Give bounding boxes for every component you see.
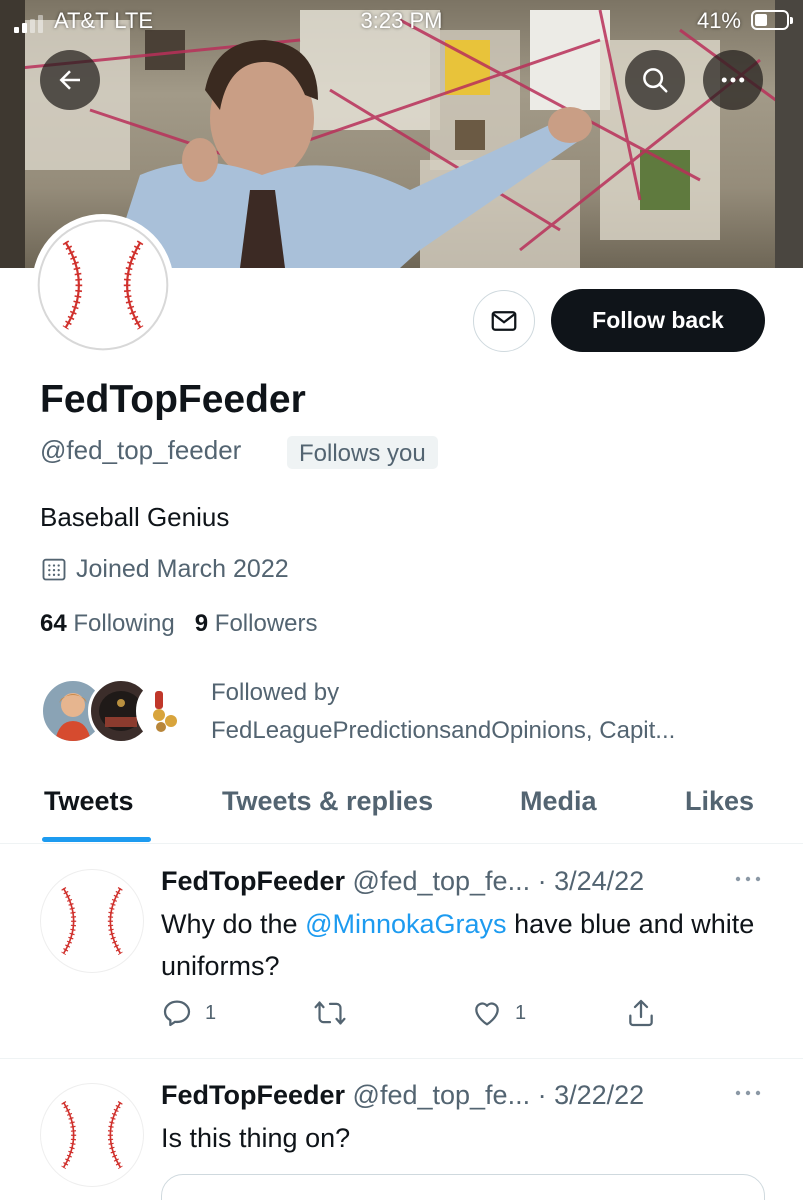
profile-avatar[interactable] bbox=[32, 214, 174, 356]
profile-handle: @fed_top_feeder bbox=[40, 435, 242, 465]
tweet-more-button[interactable] bbox=[733, 1083, 763, 1108]
followers-count: 9 bbox=[194, 610, 209, 637]
more-horizontal-icon bbox=[735, 876, 761, 882]
tweet-more-button[interactable] bbox=[733, 869, 763, 894]
following-count: 64 bbox=[40, 610, 67, 637]
profile-bio: Baseball Genius bbox=[40, 502, 230, 532]
reply-count: 1 bbox=[205, 1001, 217, 1024]
like-count: 1 bbox=[515, 1001, 527, 1024]
following-link[interactable]: 64 Following bbox=[40, 610, 175, 638]
tweet-header: FedTopFeeder @fed_top_fe... · 3/24/22 bbox=[161, 866, 644, 897]
envelope-icon bbox=[491, 311, 517, 331]
tab-likes[interactable]: Likes bbox=[685, 786, 754, 817]
joined-date: Joined March 2022 bbox=[40, 553, 289, 585]
joined-label: Joined March 2022 bbox=[76, 554, 289, 583]
tweet-author-name[interactable]: FedTopFeeder bbox=[161, 1080, 345, 1110]
back-button[interactable] bbox=[40, 50, 100, 110]
tweet[interactable]: FedTopFeeder @fed_top_fe... · 3/24/22 Wh… bbox=[0, 845, 803, 1058]
tweet-avatar[interactable] bbox=[40, 1083, 144, 1187]
retweet-button[interactable] bbox=[313, 997, 347, 1029]
tab-tweets[interactable]: Tweets bbox=[44, 786, 134, 817]
following-label: Following bbox=[73, 610, 175, 637]
display-name: FedTopFeeder bbox=[40, 378, 306, 421]
tab-tweets-and-replies[interactable]: Tweets & replies bbox=[222, 786, 433, 817]
tweet-text: Why do the @MinnokaGrays have blue and w… bbox=[161, 903, 771, 987]
reply-button[interactable]: 1 bbox=[161, 997, 216, 1029]
calendar-icon bbox=[42, 558, 66, 581]
baseball-icon bbox=[37, 219, 169, 351]
active-tab-indicator bbox=[42, 837, 151, 842]
tweet-media-card[interactable] bbox=[161, 1174, 765, 1200]
status-bar: AT&T LTE 3:23 PM 41% bbox=[0, 0, 803, 44]
tweet-meta: @fed_top_fe... · 3/22/22 bbox=[352, 1080, 645, 1110]
follow-back-button[interactable]: Follow back bbox=[551, 289, 765, 352]
message-button[interactable] bbox=[473, 290, 535, 352]
followed-by-text: Followed by FedLeaguePredictionsandOpini… bbox=[211, 674, 675, 750]
search-button[interactable] bbox=[625, 50, 685, 110]
followers-label: Followers bbox=[214, 610, 318, 637]
battery-icon bbox=[751, 10, 793, 30]
profile-tabs: Tweets Tweets & replies Media Likes bbox=[0, 770, 803, 844]
followed-by-avatars bbox=[40, 678, 202, 744]
search-icon bbox=[643, 68, 668, 93]
baseball-icon bbox=[43, 872, 141, 970]
tab-media[interactable]: Media bbox=[520, 786, 597, 817]
followed-by-label: Followed by bbox=[211, 679, 340, 706]
retweet-icon bbox=[314, 1001, 346, 1025]
followed-by-names: FedLeaguePredictionsandOpinions, Capit..… bbox=[211, 717, 676, 744]
tweet-actions: 1 1 bbox=[161, 997, 681, 1037]
tweet-text: Is this thing on? bbox=[161, 1123, 351, 1153]
share-button[interactable] bbox=[625, 997, 657, 1029]
reply-icon bbox=[163, 1000, 191, 1027]
heart-icon bbox=[475, 1002, 499, 1026]
followed-by-section[interactable]: Followed by FedLeaguePredictionsandOpini… bbox=[40, 674, 780, 754]
follow-stats: 64 Following 9 Followers bbox=[40, 610, 318, 638]
more-horizontal-icon bbox=[735, 1090, 761, 1096]
like-button[interactable]: 1 bbox=[471, 997, 526, 1029]
mention-link[interactable]: @MinnokaGrays bbox=[305, 909, 506, 939]
follows-you-badge: Follows you bbox=[287, 436, 438, 469]
tweet-header: FedTopFeeder @fed_top_fe... · 3/22/22 bbox=[161, 1080, 644, 1111]
battery-percentage: 41% bbox=[696, 8, 741, 33]
arrow-left-icon bbox=[59, 70, 80, 90]
more-horizontal-icon bbox=[721, 77, 745, 83]
status-time: 3:23 PM bbox=[360, 8, 443, 33]
tweet-text-start: Why do the bbox=[161, 909, 306, 939]
tweet-author-name[interactable]: FedTopFeeder bbox=[161, 866, 345, 896]
followers-link[interactable]: 9 Followers bbox=[195, 610, 318, 638]
tweet-meta: @fed_top_fe... · 3/24/22 bbox=[352, 866, 645, 896]
follower-avatar bbox=[136, 678, 202, 744]
tweet-avatar[interactable] bbox=[40, 869, 144, 973]
baseball-icon bbox=[43, 1086, 141, 1184]
share-icon bbox=[629, 999, 653, 1027]
more-options-button[interactable] bbox=[703, 50, 763, 110]
